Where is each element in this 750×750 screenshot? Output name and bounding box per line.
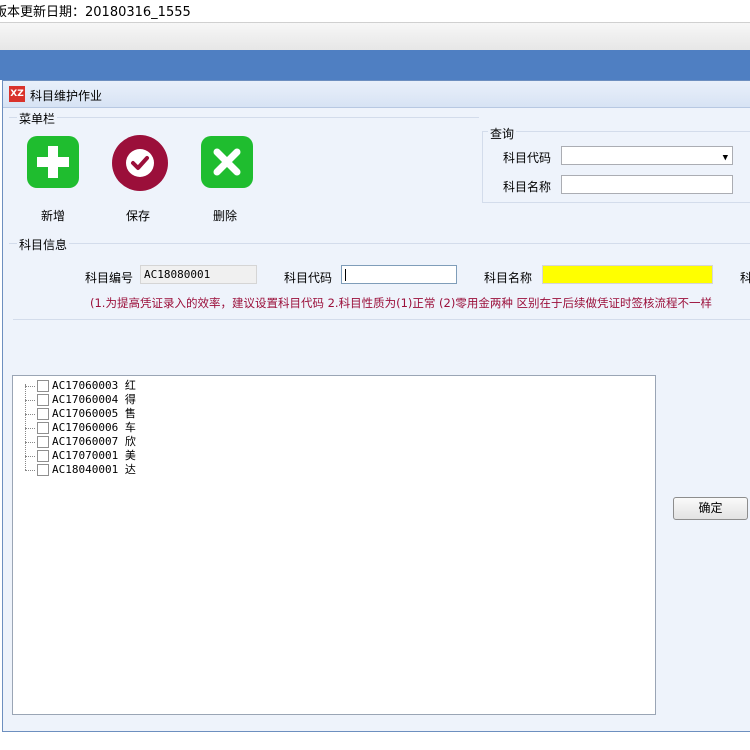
delete-label: 删除	[213, 209, 238, 223]
window-titlebar: XZ 科目维护作业	[3, 81, 750, 108]
save-button[interactable]	[112, 135, 168, 191]
version-text: 版本更新日期：20180316_1555	[0, 5, 191, 20]
chevron-down-icon[interactable]: ▼	[723, 150, 728, 167]
query-name-label: 科目名称	[503, 180, 552, 194]
info-name-input[interactable]	[542, 265, 713, 284]
tree-item[interactable]: AC17060006 车	[25, 419, 136, 434]
plus-icon	[37, 146, 69, 178]
text-cursor	[345, 269, 346, 281]
tree-connector	[25, 413, 35, 415]
tree-connector	[25, 469, 35, 471]
x-icon	[213, 148, 241, 176]
menu-group-border	[9, 117, 479, 118]
info-bottom-divider	[13, 319, 750, 320]
tree-item[interactable]: AC17060003 红	[25, 377, 136, 392]
info-extra-label: 科	[740, 271, 750, 285]
tree-connector	[25, 427, 35, 429]
top-bar: 版本更新日期：20180316_1555	[0, 0, 750, 22]
tree-item[interactable]: AC17060005 售	[25, 405, 136, 420]
info-group-border	[9, 243, 750, 244]
menu-group-label: 菜单栏	[17, 110, 58, 127]
subject-tree[interactable]: AC17060003 红 AC17060004 得 AC17060005 售 A…	[12, 375, 656, 715]
delete-button[interactable]	[201, 136, 253, 188]
query-code-select[interactable]: ▼	[561, 146, 733, 165]
query-code-label: 科目代码	[503, 151, 552, 165]
info-number-field: AC18080001	[140, 265, 257, 284]
tree-item-checkbox[interactable]	[37, 464, 49, 476]
add-button[interactable]	[27, 136, 79, 188]
check-icon	[126, 149, 154, 177]
window-title: 科目维护作业	[30, 89, 103, 103]
tree-item[interactable]: AC17060004 得	[25, 391, 136, 406]
toolbar-strip	[0, 22, 750, 52]
info-hint: (1.为提高凭证录入的效率，建议设置科目代码 2.科目性质为(1)正常 (2)零…	[90, 296, 712, 310]
tree-item[interactable]: AC17070001 美	[25, 447, 136, 462]
info-number-label: 科目编号	[85, 271, 134, 285]
query-group-label: 查询	[488, 125, 517, 142]
confirm-button[interactable]: 确定	[673, 497, 748, 520]
info-code-input[interactable]	[341, 265, 457, 284]
tree-connector	[25, 385, 35, 387]
info-code-label: 科目代码	[284, 271, 333, 285]
tree-item[interactable]: AC17060007 欣	[25, 433, 136, 448]
tab-strip	[0, 50, 750, 80]
add-label: 新增	[41, 209, 66, 223]
tree-item[interactable]: AC18040001 达	[25, 461, 136, 476]
app-logo-icon: XZ	[9, 86, 25, 102]
info-group-label: 科目信息	[17, 236, 70, 253]
tree-item-label: AC18040001 达	[52, 463, 136, 476]
info-name-label: 科目名称	[484, 271, 533, 285]
query-name-input[interactable]	[561, 175, 733, 194]
save-label: 保存	[126, 209, 151, 223]
tree-connector	[25, 399, 35, 401]
subject-maintenance-window: XZ 科目维护作业 菜单栏 新增 保存 删除 查询 科目代码 ▼ 科目名称 科目…	[2, 80, 750, 732]
tree-connector	[25, 455, 35, 457]
tree-connector	[25, 441, 35, 443]
